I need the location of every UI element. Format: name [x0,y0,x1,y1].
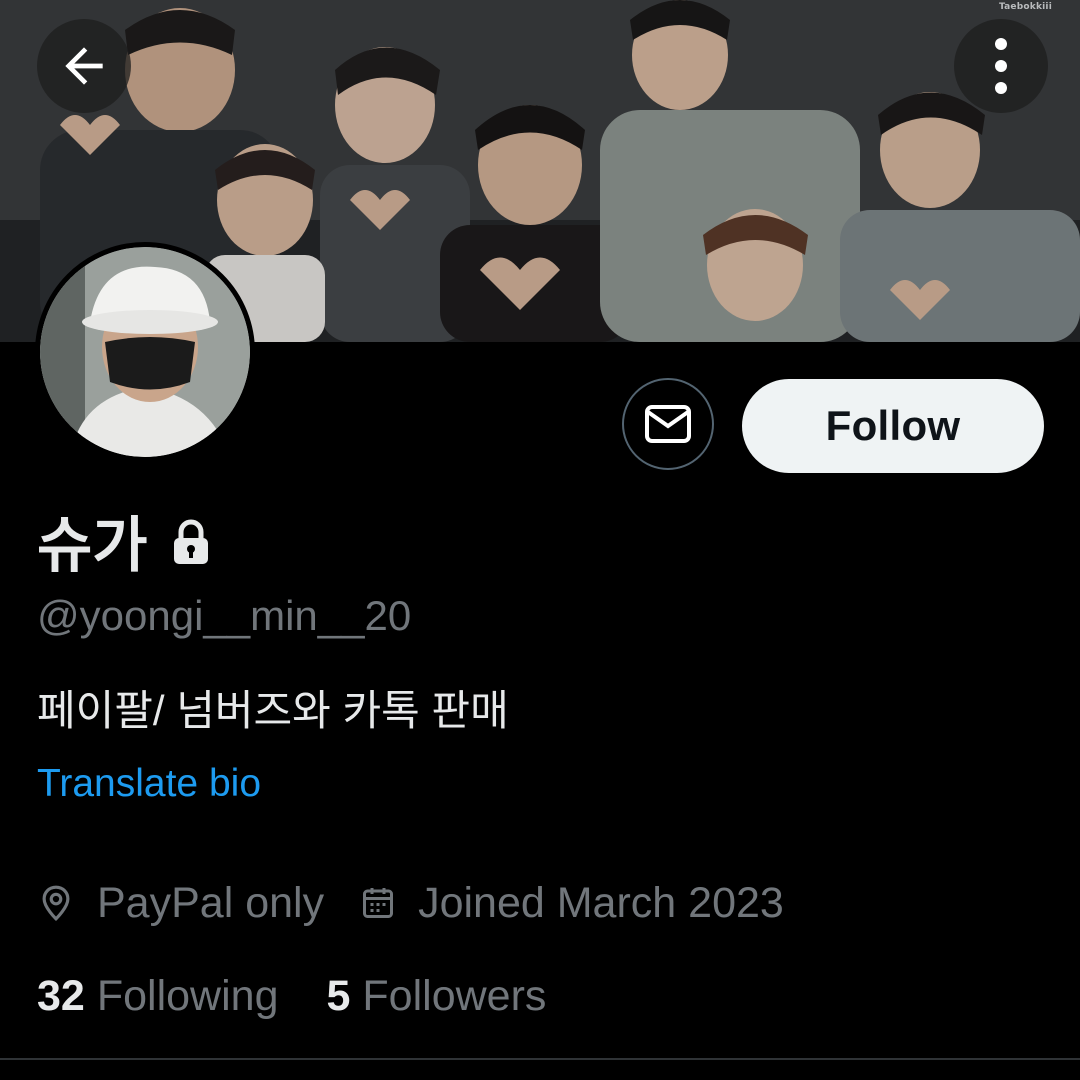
username-handle: @yoongi__min__20 [37,592,412,639]
location-item: PayPal only [37,879,324,928]
more-vertical-icon [991,36,1011,96]
avatar-photo [40,247,250,457]
display-name-row: 슈가 [37,500,211,580]
followers-stat[interactable]: 5 Followers [326,972,546,1021]
profile-bio: 페이팔/ 넘버즈와 카톡 판매 [37,687,509,734]
arrow-left-icon [56,38,112,94]
more-options-button[interactable] [954,19,1048,113]
joined-text: Joined March 2023 [418,878,784,927]
profile-avatar[interactable] [35,242,255,462]
followers-count: 5 [326,971,351,1020]
profile-page: Taebokkiii Follow 슈가 @yoongi__min__20 페이… [0,0,1080,1080]
following-count: 32 [37,971,85,1020]
translate-bio-link[interactable]: Translate bio [37,762,261,806]
calendar-icon [360,884,396,922]
section-divider [0,1058,1080,1060]
profile-meta: PayPal only Joined March 2023 [37,875,784,931]
following-stat[interactable]: 32 Following [37,972,278,1021]
lock-icon [171,519,211,565]
message-button[interactable] [622,378,714,470]
location-pin-icon [37,883,75,923]
location-text: PayPal only [97,878,325,927]
joined-item: Joined March 2023 [360,879,784,928]
follow-button[interactable]: Follow [742,379,1044,473]
following-label: Following [96,971,279,1020]
envelope-icon [644,404,692,444]
back-button[interactable] [37,19,131,113]
followers-label: Followers [362,971,547,1020]
follow-stats: 32 Following 5 Followers [37,968,546,1024]
display-name: 슈가 [37,511,148,579]
banner-watermark: Taebokkiii [998,2,1052,12]
